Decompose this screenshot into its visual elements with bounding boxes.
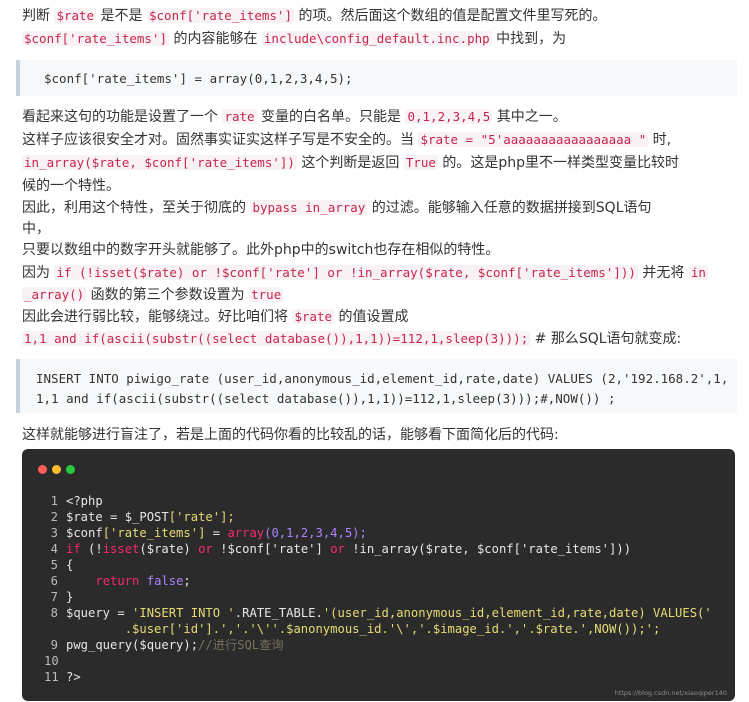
code-line-6: 6 return false; (50, 574, 191, 588)
code-line-2: 2 $rate = $_POST['rate']; (50, 510, 235, 524)
watermark: https://blog.csdn.net/xiaoqiper140 (614, 689, 727, 697)
para2-line11: 1,1 and if(ascii(substr((select database… (22, 331, 682, 347)
code-line-5: 5{ (50, 558, 74, 572)
maximize-dot-icon (66, 465, 75, 474)
code-editor: 1 <?php 2 $rate = $_POST['rate']; 3 $conf['… (22, 449, 735, 701)
para1-line1: 判断 $rate 是不是 $conf['rate_items'] 的项。然后面这… (22, 8, 607, 24)
quote2-line1: INSERT INTO piwigo_rate (user_id,anonymo… (36, 371, 729, 386)
para1-line2: $conf['rate_items'] 的内容能够在 include\confi… (22, 31, 567, 47)
para2-line6: 中， (22, 221, 50, 237)
para3: 这样就能够进行盲注了，若是上面的代码你看的比较乱的话，能够看下面简化后的代码: (22, 427, 559, 443)
article-page: 判断 $rate 是不是 $conf['rate_items'] 的项。然后面这… (0, 0, 749, 702)
close-dot-icon (38, 465, 47, 474)
para2-line2: 这样子应该很安全才对。固然事实证实这样子写是不安全的。当 $rate = "5'… (22, 132, 672, 148)
para2-line5: 因此，利用这个特性，至关于彻底的 bypass in_array 的过滤。能够输… (22, 200, 652, 216)
code-line-1: 1 <?php (50, 494, 103, 508)
code-line-3: 3 $conf['rate_items'] = array(0,1,2,3,4,5… (50, 526, 367, 540)
para2-line10: 因此会进行弱比较，能够绕过。好比咱们将 $rate 的值设置成 (22, 309, 409, 325)
para2-line7: 只要以数组中的数字开头就能够了。此外php中的switch也存在相似的特性。 (22, 242, 500, 258)
para2-line8: 因为 if (!isset($rate) or !$conf['rate'] o… (22, 265, 708, 281)
para2-line9: _array() 函数的第三个参数设置为 true (22, 287, 284, 303)
code-line-7: 7} (50, 590, 74, 604)
code-line-8: 8 $query = 'INSERT INTO '.RATE_TABLE.'(us… (50, 606, 712, 620)
code-line-10: 10 (44, 654, 59, 668)
window-controls (38, 462, 80, 478)
code-line-9: 9 pwg_query($query);//进行SQL查询 (50, 638, 284, 652)
quote2-line2: 1,1 and if(ascii(substr((select database… (36, 391, 616, 406)
code-line-8-cont: .$user['id'].','.'\''.$anonymous_id.'\',… (66, 622, 661, 636)
code-line-4: 4 if (!isset($rate) or !$conf['rate'] or … (50, 542, 632, 556)
para2-line4: 候的一个特性。 (22, 178, 120, 194)
minimize-dot-icon (52, 465, 61, 474)
code-line-11: 11 ?> (44, 670, 81, 684)
code-quote-2: INSERT INTO piwigo_rate (user_id,anonymo… (16, 359, 737, 413)
para2-line1: 看起来这句的功能是设置了一个 rate 变量的白名单。只能是 0,1,2,3,4… (22, 109, 567, 125)
para2-line3: in_array($rate, $conf['rate_items']) 这个判… (22, 155, 680, 171)
code-quote-1: $conf['rate_items'] = array(0,1,2,3,4,5)… (16, 60, 737, 96)
